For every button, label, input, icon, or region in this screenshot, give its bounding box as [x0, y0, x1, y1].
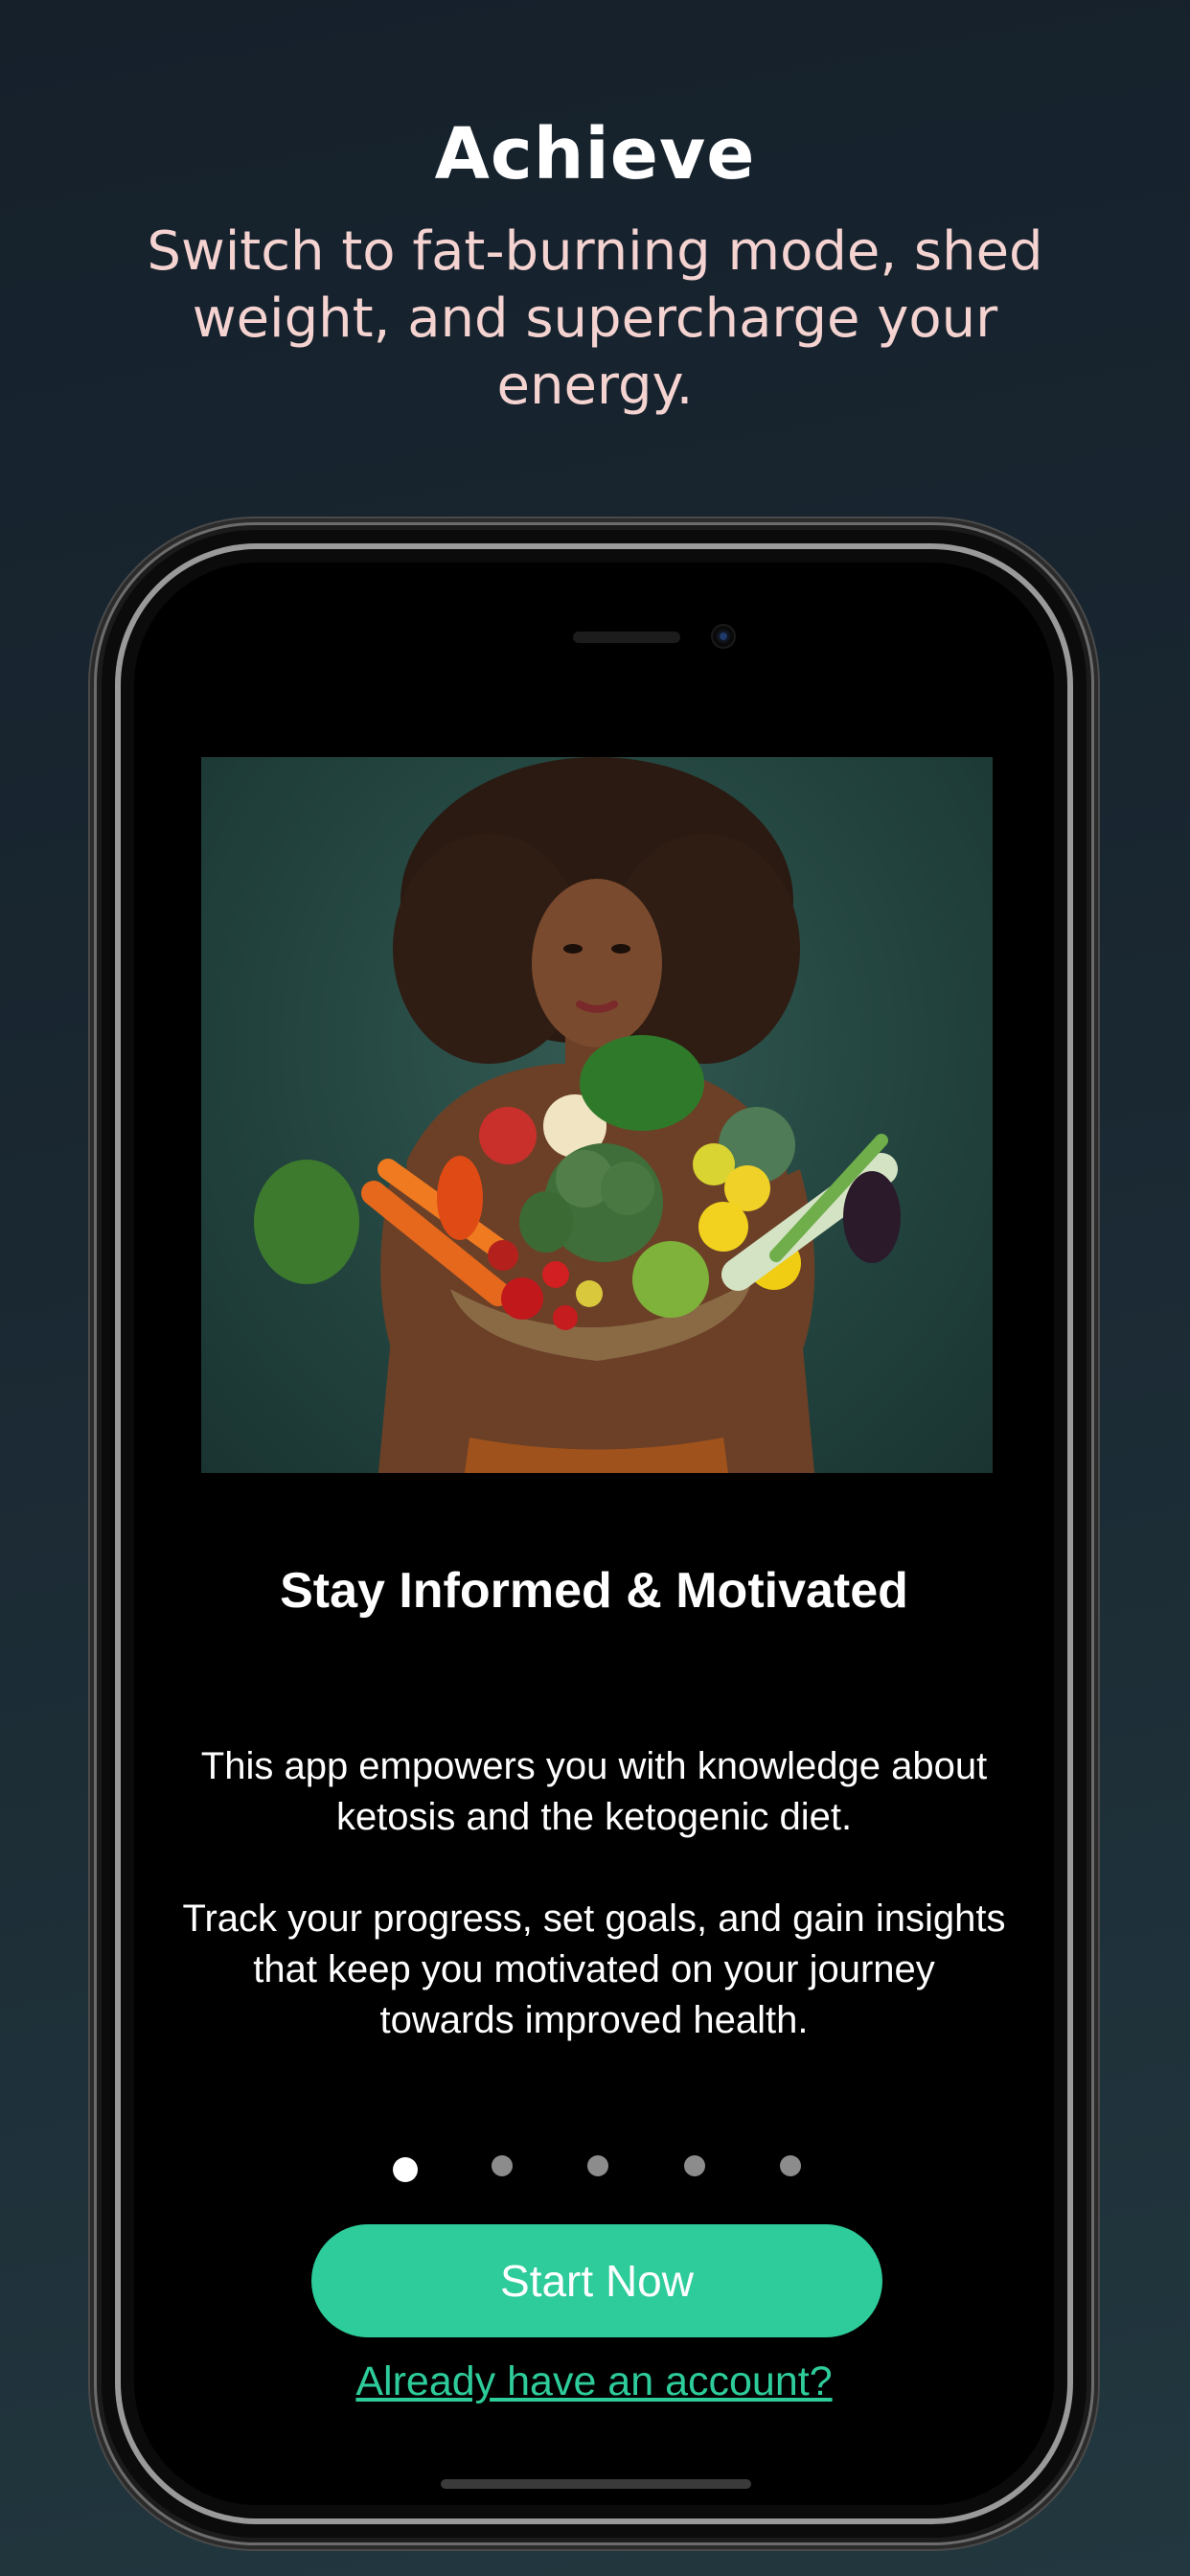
onboarding-title: Stay Informed & Motivated — [280, 1563, 908, 1619]
phone-screen: Stay Informed & Motivated This app empow… — [134, 563, 1054, 2505]
volume-down-button — [92, 1078, 100, 1210]
page-subheadline: Switch to fat-burning mode, shed weight,… — [147, 220, 1043, 417]
page-dot[interactable] — [492, 2155, 513, 2176]
page-dot[interactable] — [684, 2155, 705, 2176]
onboarding-paragraph: This app empowers you with knowledge abo… — [200, 1745, 988, 1838]
onboarding-paragraph: Track your progress, set goals, and gain… — [182, 1898, 1006, 2041]
page-dot[interactable] — [780, 2155, 801, 2176]
page-dot-active[interactable] — [393, 2157, 418, 2182]
start-now-button[interactable]: Start Now — [311, 2224, 882, 2337]
page-dot[interactable] — [587, 2155, 608, 2176]
power-button — [1087, 954, 1094, 1160]
mute-switch — [92, 781, 100, 846]
login-link[interactable]: Already have an account? — [134, 2358, 1054, 2405]
page-headline: Achieve — [434, 113, 756, 196]
phone-mockup: Stay Informed & Motivated This app empow… — [102, 530, 1087, 2538]
page-indicator — [134, 2155, 1054, 2194]
onboarding-description: This app empowers you with knowledge abo… — [182, 1741, 1006, 2097]
hero-photo-woman-with-vegetables — [201, 757, 993, 1473]
volume-up-button — [92, 906, 100, 1038]
earpiece-speaker — [573, 632, 680, 643]
front-camera-icon — [713, 626, 734, 647]
home-indicator[interactable] — [441, 2479, 751, 2489]
